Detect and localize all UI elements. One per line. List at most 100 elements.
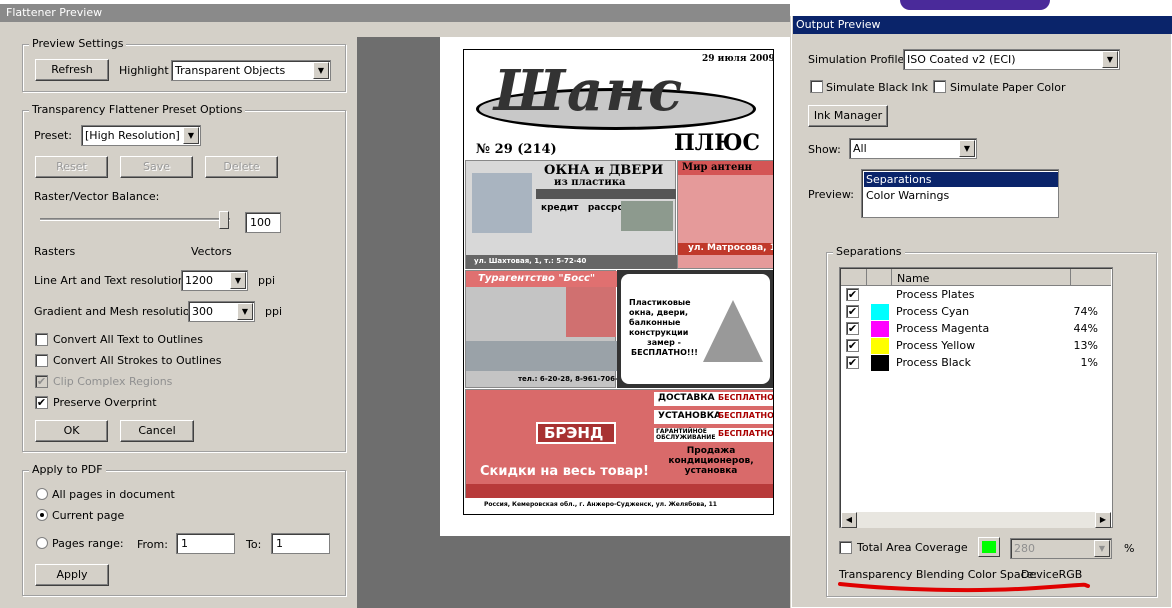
- all-pages-radio[interactable]: [36, 488, 48, 500]
- header-col-check[interactable]: [841, 269, 867, 285]
- separation-percent: 44%: [1073, 322, 1098, 335]
- ad4-triangle: [703, 300, 763, 362]
- ad1-title: ОКНА и ДВЕРИ: [544, 163, 664, 178]
- header-divider: [1070, 269, 1071, 285]
- gradient-unit: ppi: [265, 305, 283, 318]
- coverage-unit: %: [1124, 542, 1135, 555]
- ad4-middle: замер - БЕСПЛАТНО!!!: [631, 338, 698, 357]
- separation-swatch: [871, 355, 889, 371]
- show-select[interactable]: All ▼: [849, 138, 977, 159]
- ink-manager-button[interactable]: Ink Manager: [808, 105, 888, 127]
- separation-checkbox[interactable]: ✔: [846, 305, 859, 318]
- separations-header: Name: [841, 269, 1111, 286]
- coverage-select[interactable]: 280 ▼: [1010, 538, 1112, 559]
- current-page-radio[interactable]: [36, 509, 48, 521]
- convert-strokes-checkbox[interactable]: [35, 354, 48, 367]
- ok-button[interactable]: OK: [35, 420, 108, 442]
- lineart-select[interactable]: 1200 ▼: [181, 270, 248, 291]
- preserve-overprint-checkbox[interactable]: ✔: [35, 396, 48, 409]
- to-input[interactable]: 1: [271, 533, 330, 554]
- header-col-swatch[interactable]: [868, 269, 892, 285]
- ad-antennas: Мир антенн ул. Матросова, 101: [677, 160, 773, 269]
- current-page-label: Current page: [52, 509, 125, 522]
- group-label: Apply to PDF: [29, 463, 106, 476]
- separation-name: Process Yellow: [896, 339, 976, 352]
- from-input[interactable]: 1: [176, 533, 235, 554]
- lineart-label: Line Art and Text resolution:: [34, 274, 189, 287]
- to-label: To:: [246, 538, 262, 551]
- ad5-row: ГАРАНТИЙНОЕ ОБСЛУЖИВАНИЕ: [656, 428, 716, 441]
- preserve-overprint-label: Preserve Overprint: [53, 396, 157, 409]
- lineart-unit: ppi: [258, 274, 276, 287]
- sim-paper-label: Simulate Paper Color: [950, 81, 1066, 94]
- scroll-right-icon[interactable]: ▶: [1095, 512, 1111, 528]
- clip-regions-label: Clip Complex Regions: [53, 375, 173, 388]
- scroll-left-icon[interactable]: ◀: [841, 512, 857, 528]
- reset-button[interactable]: Reset: [35, 156, 108, 178]
- separation-swatch: [871, 338, 889, 354]
- apply-button[interactable]: Apply: [35, 564, 109, 586]
- ad5-sale: Скидки на весь товар!: [480, 464, 649, 479]
- ad5-conditioner: Продажа кондиционеров, установка: [668, 446, 754, 476]
- ad5-brand: БРЭНД: [544, 424, 604, 442]
- gradient-select[interactable]: 300 ▼: [188, 301, 255, 322]
- preset-select[interactable]: [High Resolution] ▼: [81, 125, 201, 146]
- highlight-label: Highlight: [119, 64, 169, 77]
- preview-option-color-warnings[interactable]: Color Warnings: [864, 188, 1058, 203]
- pages-range-radio[interactable]: [36, 537, 48, 549]
- ad-plastic: Пластиковые окна, двери, балконные конст…: [617, 270, 773, 388]
- flattener-title: Flattener Preview: [6, 6, 103, 19]
- convert-text-checkbox[interactable]: [35, 333, 48, 346]
- separation-checkbox[interactable]: ✔: [846, 339, 859, 352]
- background-artwork: [900, 0, 1050, 10]
- cancel-button[interactable]: Cancel: [120, 420, 194, 442]
- flattener-title-bar: Flattener Preview: [0, 4, 790, 22]
- pages-range-label: Pages range:: [52, 537, 124, 550]
- save-button[interactable]: Save: [120, 156, 193, 178]
- clip-regions-checkbox[interactable]: ✔: [35, 375, 48, 388]
- separation-checkbox[interactable]: ✔: [846, 288, 859, 301]
- newspaper-subtitle: ПЛЮС: [674, 130, 761, 156]
- group-label: Preview Settings: [29, 37, 127, 50]
- separation-percent: 1%: [1080, 356, 1098, 369]
- group-label: Transparency Flattener Preset Options: [29, 103, 246, 116]
- balance-slider-thumb[interactable]: [219, 211, 229, 229]
- ad5-row: ДОСТАВКА: [658, 393, 715, 403]
- delete-button[interactable]: Delete: [205, 156, 278, 178]
- separation-name: Process Plates: [896, 288, 975, 301]
- separations-hscrollbar[interactable]: ◀ ▶: [841, 512, 1111, 528]
- red-underline-annotation: [838, 582, 1090, 593]
- chevron-down-icon: ▼: [1094, 540, 1110, 557]
- separation-swatch: [871, 321, 889, 337]
- rasters-label: Rasters: [34, 245, 76, 258]
- preview-listbox[interactable]: Separations Color Warnings: [861, 169, 1059, 218]
- refresh-button[interactable]: Refresh: [35, 59, 109, 81]
- ad3-beach: [466, 341, 617, 371]
- sim-profile-select[interactable]: ISO Coated v2 (ECI) ▼: [903, 49, 1120, 70]
- convert-text-label: Convert All Text to Outlines: [53, 333, 203, 346]
- sim-profile-label: Simulation Profile:: [808, 53, 908, 66]
- total-coverage-checkbox[interactable]: [839, 541, 852, 554]
- separation-checkbox[interactable]: ✔: [846, 356, 859, 369]
- ad1-band: [536, 189, 676, 199]
- highlight-select[interactable]: Transparent Objects ▼: [171, 60, 331, 81]
- separation-name: Process Black: [896, 356, 971, 369]
- separation-checkbox[interactable]: ✔: [846, 322, 859, 335]
- sim-paper-checkbox[interactable]: [933, 80, 946, 93]
- ad5-row: УСТАНОВКА: [658, 411, 722, 421]
- sim-black-checkbox[interactable]: [810, 80, 823, 93]
- chevron-down-icon: ▼: [230, 272, 246, 289]
- balance-slider-track[interactable]: [40, 218, 230, 221]
- gradient-label: Gradient and Mesh resolution:: [34, 305, 201, 318]
- coverage-color-swatch: [982, 541, 996, 553]
- ad-travel: Турагентство "Босс" тел.: 6-20-28, 8-961…: [465, 270, 640, 388]
- chevron-down-icon: ▼: [959, 140, 975, 157]
- coverage-color-button[interactable]: [978, 537, 1000, 557]
- output-title-bar: Output Preview: [793, 16, 1172, 34]
- newspaper-title: Шанс: [494, 58, 685, 124]
- preview-option-separations[interactable]: Separations: [864, 172, 1058, 187]
- balance-input[interactable]: 100: [245, 212, 281, 233]
- separation-swatch: [871, 304, 889, 320]
- header-col-name[interactable]: Name: [897, 272, 929, 285]
- total-coverage-label: Total Area Coverage: [857, 541, 968, 554]
